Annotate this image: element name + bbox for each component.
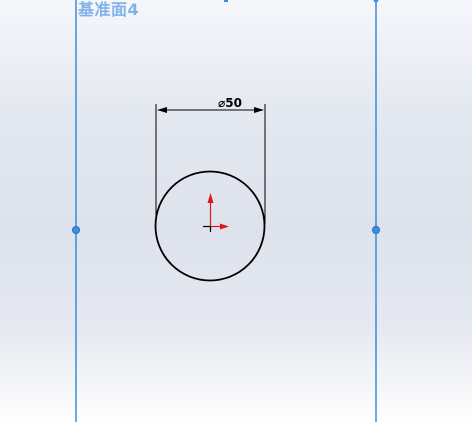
graphics-viewport[interactable]: ⌀50 基准面4 (0, 0, 472, 422)
dimension-arrow-right (254, 107, 264, 113)
dimension-arrow-left (157, 107, 167, 113)
sketch-canvas[interactable]: ⌀50 (0, 0, 472, 422)
plane-label[interactable]: 基准面4 (78, 0, 139, 20)
sketch-origin-icon[interactable] (203, 193, 229, 232)
dimension-value[interactable]: ⌀50 (218, 96, 242, 110)
plane-top-marker (224, 0, 228, 2)
plane-handle-left[interactable] (72, 225, 81, 234)
plane-corner-handle[interactable] (373, 0, 379, 3)
plane-handle-right[interactable] (371, 225, 380, 234)
